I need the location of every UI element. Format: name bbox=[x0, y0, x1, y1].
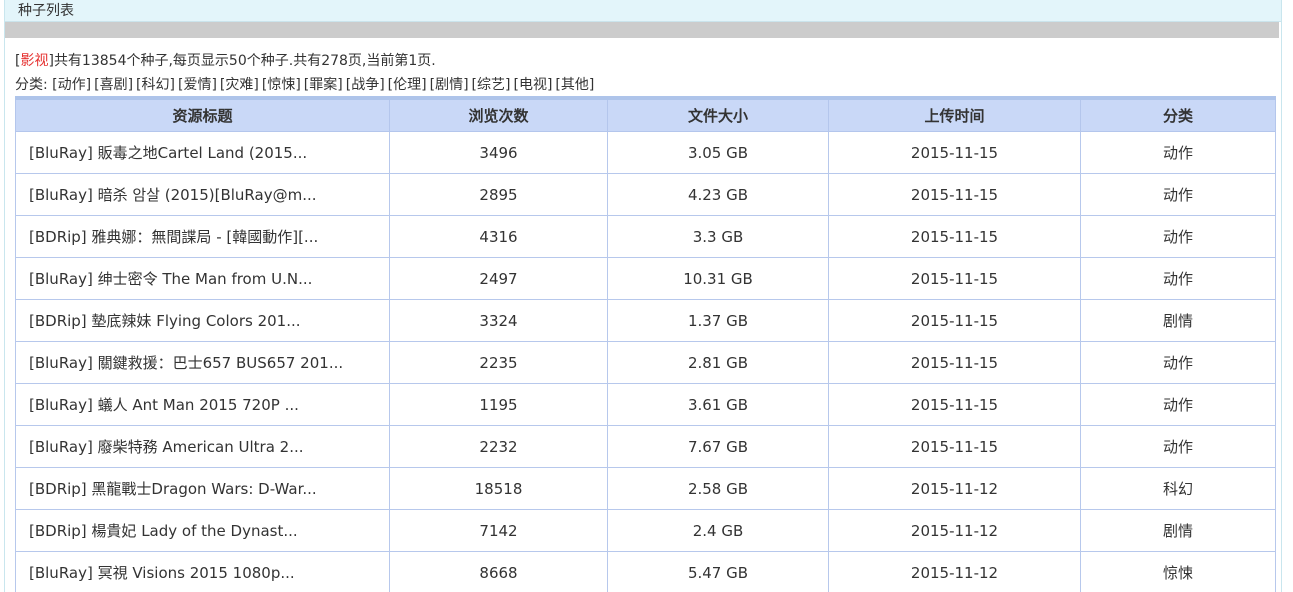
cell-date: 2015-11-15 bbox=[828, 341, 1081, 384]
cell-date: 2015-11-15 bbox=[828, 215, 1081, 258]
table-row[interactable]: [BluRay] 暗杀 암살 (2015)[BluRay@m... 2895 4.2… bbox=[15, 173, 1276, 216]
cell-category: 动作 bbox=[1080, 425, 1276, 468]
category-item[interactable]: [灾难] bbox=[220, 77, 259, 93]
column-header-size[interactable]: 文件大小 bbox=[607, 97, 829, 132]
cell-title[interactable]: [BDRip] 黑龍戰士Dragon Wars: D-War... bbox=[15, 467, 390, 510]
category-item[interactable]: [罪案] bbox=[304, 77, 343, 93]
list-summary: [影视]共有13854个种子,每页显示50个种子.共有278页,当前第1页. bbox=[15, 50, 436, 72]
column-header-title[interactable]: 资源标题 bbox=[15, 97, 390, 132]
cell-size: 1.37 GB bbox=[607, 299, 829, 342]
cell-category: 惊悚 bbox=[1080, 551, 1276, 592]
cell-views: 3324 bbox=[389, 299, 608, 342]
category-item[interactable]: [综艺] bbox=[472, 77, 511, 93]
cell-category: 动作 bbox=[1080, 215, 1276, 258]
category-item[interactable]: [动作] bbox=[52, 77, 91, 93]
category-filter: 分类: [动作] [喜剧] [科幻] [爱情] [灾难] [惊悚] [罪案] [战争] [伦理]… bbox=[15, 74, 597, 96]
cell-date: 2015-11-15 bbox=[828, 299, 1081, 342]
cell-category: 动作 bbox=[1080, 341, 1276, 384]
cell-date: 2015-11-15 bbox=[828, 173, 1081, 216]
cell-title[interactable]: [BluRay] 冥視 Visions 2015 1080p... bbox=[15, 551, 390, 592]
cell-views: 7142 bbox=[389, 509, 608, 552]
torrent-list-panel: 种子列表 [影视]共有13854个种子,每页显示50个种子.共有278页,当前第… bbox=[4, 0, 1282, 592]
cell-title[interactable]: [BluRay] 關鍵救援：巴士657 BUS657 201... bbox=[15, 341, 390, 384]
table-header-row: 资源标题 浏览次数 文件大小 上传时间 分类 bbox=[15, 97, 1276, 132]
cell-size: 10.31 GB bbox=[607, 257, 829, 300]
cell-title[interactable]: [BluRay] 廢柴特務 American Ultra 2... bbox=[15, 425, 390, 468]
category-item[interactable]: [伦理] bbox=[388, 77, 427, 93]
cell-date: 2015-11-12 bbox=[828, 551, 1081, 592]
torrent-table: 资源标题 浏览次数 文件大小 上传时间 分类 [BluRay] 販毒之地Cart… bbox=[15, 96, 1276, 592]
table-row[interactable]: [BluRay] 绅士密令 The Man from U.N... 2497 10.… bbox=[15, 257, 1276, 300]
table-body: [BluRay] 販毒之地Cartel Land (2015... 3496 3.0… bbox=[15, 131, 1276, 592]
cell-views: 1195 bbox=[389, 383, 608, 426]
cell-views: 2895 bbox=[389, 173, 608, 216]
cell-views: 18518 bbox=[389, 467, 608, 510]
column-header-category[interactable]: 分类 bbox=[1080, 97, 1276, 132]
cell-title[interactable]: [BluRay] 暗杀 암살 (2015)[BluRay@m... bbox=[15, 173, 390, 216]
cell-category: 剧情 bbox=[1080, 299, 1276, 342]
cell-date: 2015-11-12 bbox=[828, 509, 1081, 552]
cell-views: 3496 bbox=[389, 131, 608, 174]
cell-date: 2015-11-15 bbox=[828, 131, 1081, 174]
cell-category: 剧情 bbox=[1080, 509, 1276, 552]
cell-size: 4.23 GB bbox=[607, 173, 829, 216]
column-header-views[interactable]: 浏览次数 bbox=[389, 97, 608, 132]
cell-views: 2235 bbox=[389, 341, 608, 384]
torrent-table-wrap: 资源标题 浏览次数 文件大小 上传时间 分类 [BluRay] 販毒之地Cart… bbox=[15, 96, 1276, 592]
table-row[interactable]: [BluRay] 關鍵救援：巴士657 BUS657 201... 2235 2.8… bbox=[15, 341, 1276, 384]
cell-date: 2015-11-15 bbox=[828, 257, 1081, 300]
category-label: 分类: bbox=[15, 77, 48, 93]
table-row[interactable]: [BluRay] 廢柴特務 American Ultra 2... 2232 7.6… bbox=[15, 425, 1276, 468]
table-row[interactable]: [BDRip] 雅典娜：無間諜局 - [韓國動作][... 4316 3.3 GB 2… bbox=[15, 215, 1276, 258]
cell-title[interactable]: [BDRip] 墊底辣妹 Flying Colors 201... bbox=[15, 299, 390, 342]
cell-category: 动作 bbox=[1080, 383, 1276, 426]
table-row[interactable]: [BDRip] 墊底辣妹 Flying Colors 201... 3324 1.3… bbox=[15, 299, 1276, 342]
category-item[interactable]: [剧情] bbox=[430, 77, 469, 93]
cell-title[interactable]: [BluRay] 绅士密令 The Man from U.N... bbox=[15, 257, 390, 300]
cell-size: 3.3 GB bbox=[607, 215, 829, 258]
cell-size: 2.58 GB bbox=[607, 467, 829, 510]
cell-title[interactable]: [BluRay] 蟻人 Ant Man 2015 720P ... bbox=[15, 383, 390, 426]
category-item[interactable]: [惊悚] bbox=[262, 77, 301, 93]
cell-date: 2015-11-12 bbox=[828, 467, 1081, 510]
cell-size: 3.61 GB bbox=[607, 383, 829, 426]
cell-category: 动作 bbox=[1080, 173, 1276, 216]
cell-title[interactable]: [BluRay] 販毒之地Cartel Land (2015... bbox=[15, 131, 390, 174]
cell-size: 3.05 GB bbox=[607, 131, 829, 174]
category-item[interactable]: [科幻] bbox=[136, 77, 175, 93]
column-header-date[interactable]: 上传时间 bbox=[828, 97, 1081, 132]
cell-size: 2.4 GB bbox=[607, 509, 829, 552]
table-row[interactable]: [BluRay] 蟻人 Ant Man 2015 720P ... 1195 3.6… bbox=[15, 383, 1276, 426]
cell-category: 科幻 bbox=[1080, 467, 1276, 510]
cell-size: 5.47 GB bbox=[607, 551, 829, 592]
cell-title[interactable]: [BDRip] 楊貴妃 Lady of the Dynast... bbox=[15, 509, 390, 552]
cell-date: 2015-11-15 bbox=[828, 425, 1081, 468]
table-row[interactable]: [BluRay] 販毒之地Cartel Land (2015... 3496 3.0… bbox=[15, 131, 1276, 174]
category-item[interactable]: [爱情] bbox=[178, 77, 217, 93]
table-row[interactable]: [BDRip] 楊貴妃 Lady of the Dynast... 7142 2.4… bbox=[15, 509, 1276, 552]
cell-size: 2.81 GB bbox=[607, 341, 829, 384]
panel-title: 种子列表 bbox=[18, 3, 74, 19]
panel-header: 种子列表 bbox=[5, 0, 1281, 22]
table-row[interactable]: [BDRip] 黑龍戰士Dragon Wars: D-War... 18518 2.… bbox=[15, 467, 1276, 510]
table-row[interactable]: [BluRay] 冥視 Visions 2015 1080p... 8668 5.4… bbox=[15, 551, 1276, 592]
cell-views: 2232 bbox=[389, 425, 608, 468]
cell-category: 动作 bbox=[1080, 257, 1276, 300]
category-item[interactable]: [电视] bbox=[513, 77, 552, 93]
category-item[interactable]: [战争] bbox=[346, 77, 385, 93]
cell-date: 2015-11-15 bbox=[828, 383, 1081, 426]
cell-title[interactable]: [BDRip] 雅典娜：無間諜局 - [韓國動作][... bbox=[15, 215, 390, 258]
summary-text: 共有13854个种子,每页显示50个种子.共有278页,当前第1页. bbox=[53, 53, 436, 69]
current-category-link[interactable]: 影视 bbox=[20, 53, 48, 69]
cell-views: 2497 bbox=[389, 257, 608, 300]
category-item[interactable]: [喜剧] bbox=[94, 77, 133, 93]
category-items: [动作] [喜剧] [科幻] [爱情] [灾难] [惊悚] [罪案] [战争] [伦理] [剧情]… bbox=[52, 77, 597, 93]
cell-size: 7.67 GB bbox=[607, 425, 829, 468]
cell-views: 4316 bbox=[389, 215, 608, 258]
cell-category: 动作 bbox=[1080, 131, 1276, 174]
cell-views: 8668 bbox=[389, 551, 608, 592]
category-item[interactable]: [其他] bbox=[555, 77, 594, 93]
gray-divider-bar bbox=[5, 22, 1279, 38]
